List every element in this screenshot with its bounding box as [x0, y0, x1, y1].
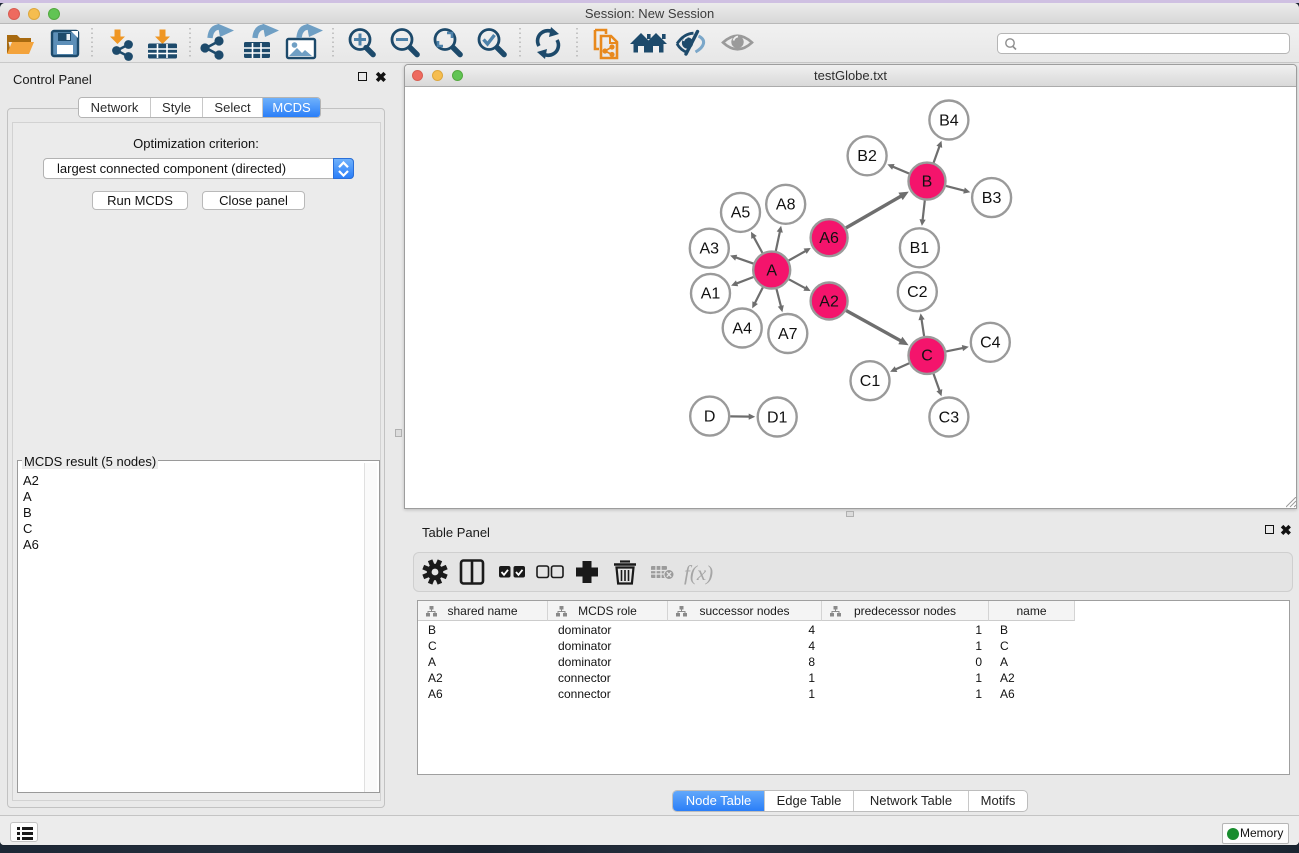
svg-text:B4: B4: [939, 112, 959, 129]
svg-text:A1: A1: [701, 286, 721, 303]
svg-text:B: B: [922, 173, 933, 190]
svg-text:B2: B2: [857, 148, 877, 165]
svg-text:D1: D1: [767, 409, 788, 426]
svg-text:C3: C3: [939, 409, 960, 426]
svg-text:A5: A5: [731, 205, 751, 222]
svg-text:C2: C2: [907, 284, 928, 301]
svg-text:A7: A7: [778, 326, 798, 343]
svg-text:B1: B1: [910, 240, 930, 257]
svg-text:A: A: [766, 262, 777, 279]
svg-text:A6: A6: [819, 230, 839, 247]
svg-text:A4: A4: [732, 320, 752, 337]
svg-text:A8: A8: [776, 197, 796, 214]
svg-text:C1: C1: [860, 373, 881, 390]
svg-text:A3: A3: [700, 241, 720, 258]
svg-text:C4: C4: [980, 335, 1001, 352]
svg-text:C: C: [921, 348, 933, 365]
svg-text:f(x): f(x): [684, 561, 713, 585]
svg-text:A2: A2: [819, 293, 839, 310]
svg-text:B3: B3: [982, 190, 1002, 207]
svg-text:D: D: [704, 408, 716, 425]
